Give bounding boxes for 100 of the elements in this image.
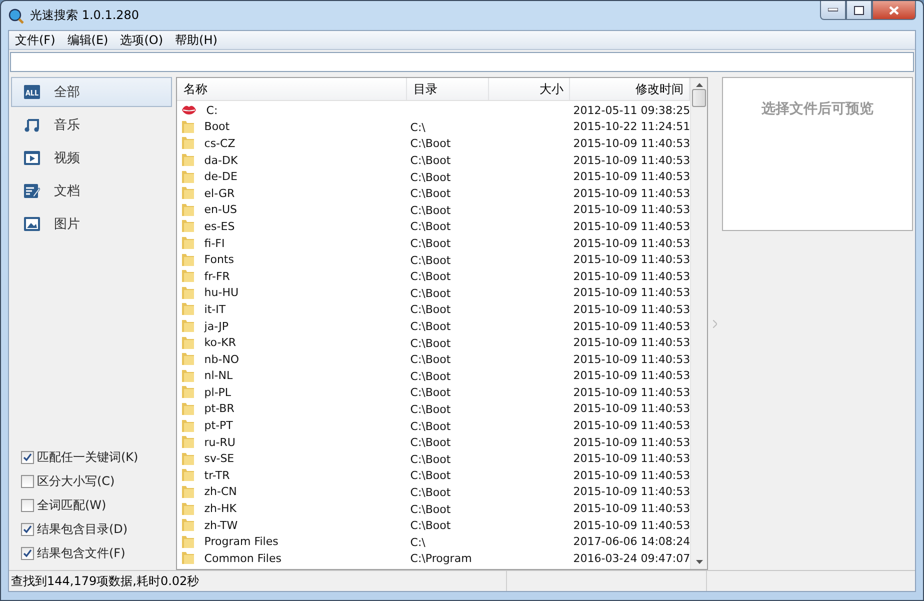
folder-icon xyxy=(181,302,196,316)
file-row[interactable]: fr-FR C:\Boot 2015-10-09 11:40:53 xyxy=(177,268,690,285)
menu-item[interactable]: 选项(O) xyxy=(114,31,170,49)
option-checkbox[interactable]: 区分大小写(C) xyxy=(21,473,172,490)
file-row[interactable]: pt-BR C:\Boot 2015-10-09 11:40:53 xyxy=(177,400,690,418)
folder-icon xyxy=(181,170,196,184)
document-pen-icon xyxy=(24,184,40,198)
directory-cell-text: C:\Boot xyxy=(409,519,452,532)
option-checkbox[interactable]: 结果包含文件(F) xyxy=(21,545,172,562)
directory-cell-text: C:\Boot xyxy=(409,187,452,200)
file-row[interactable]: Common Files C:\Program 2016-03-24 09:47:07 xyxy=(177,550,690,567)
file-name: el-GR xyxy=(203,186,236,200)
option-label: 区分大小写(C) xyxy=(37,473,115,490)
folder-icon xyxy=(181,186,196,200)
file-row[interactable]: tr-TR C:\Boot 2015-10-09 11:40:53 xyxy=(177,467,690,484)
file-row[interactable]: pl-PL C:\Boot 2015-10-09 11:40:53 xyxy=(177,384,690,401)
menu-item[interactable]: 编辑(E) xyxy=(61,31,114,49)
folder-icon xyxy=(181,402,196,416)
file-name: ja-JP xyxy=(203,320,230,333)
status-text: 查找到144,179项数据,耗时0.02秒 xyxy=(11,572,200,590)
modified-time-cell-text: 2015-10-09 11:40:53 xyxy=(572,336,690,350)
modified-time-cell-text: 2015-10-09 11:40:53 xyxy=(572,518,690,532)
modified-time-cell-text: 2015-10-09 11:40:53 xyxy=(572,286,690,300)
option-checkbox[interactable]: 结果包含目录(D) xyxy=(21,521,172,538)
folder-icon xyxy=(181,484,196,499)
scroll-up-icon xyxy=(696,83,703,87)
column-header[interactable]: 名称 xyxy=(177,78,408,100)
modified-time-cell-text: 2015-10-09 11:40:53 xyxy=(572,186,690,200)
file-row[interactable]: ja-JP C:\Boot 2015-10-09 11:40:53 xyxy=(177,318,690,334)
file-name: cs-CZ xyxy=(203,136,236,150)
directory-cell-text: C:\Boot xyxy=(409,204,452,217)
file-row[interactable]: en-US C:\Boot 2015-10-09 11:40:53 xyxy=(177,202,690,218)
category-item[interactable]: 图片 xyxy=(11,209,172,239)
search-field[interactable] xyxy=(10,52,914,72)
directory-cell-text: C:\Program xyxy=(409,552,473,566)
file-row[interactable]: Program Files C:\ 2017-06-06 14:08:24 xyxy=(177,533,690,550)
file-name: it-IT xyxy=(203,302,227,316)
file-row[interactable]: ru-RU C:\Boot 2015-10-09 11:40:53 xyxy=(177,434,690,450)
directory-cell-text: C:\Boot xyxy=(409,370,452,383)
column-header[interactable]: 目录 xyxy=(407,78,490,100)
window-title: 光速搜索 1.0.1.280 xyxy=(30,7,140,24)
option-checkbox[interactable]: 匹配任一关键词(K) xyxy=(21,449,172,466)
modified-time-cell-text: 2015-10-09 11:40:53 xyxy=(572,320,690,333)
folder-icon xyxy=(181,368,196,383)
file-name: sv-SE xyxy=(203,452,236,466)
directory-cell-text: C:\Boot xyxy=(409,254,452,267)
directory-cell-text: C:\Boot xyxy=(409,452,452,466)
file-row[interactable]: nl-NL C:\Boot 2015-10-09 11:40:53 xyxy=(177,368,690,384)
modified-time-cell-text: 2015-10-09 11:40:53 xyxy=(572,468,690,482)
directory-cell-text: C:\Boot xyxy=(409,336,452,350)
checkbox[interactable] xyxy=(21,547,34,560)
folder-icon xyxy=(181,502,196,516)
folder-icon xyxy=(181,385,196,400)
menu-item[interactable]: 帮助(H) xyxy=(169,31,224,49)
menu-item[interactable]: 文件(F) xyxy=(9,31,62,49)
checkbox[interactable] xyxy=(21,475,34,488)
option-label: 结果包含文件(F) xyxy=(37,545,126,562)
music-note-icon xyxy=(24,118,40,132)
option-checkbox[interactable]: 全词匹配(W) xyxy=(21,497,172,514)
checkbox[interactable] xyxy=(21,451,34,464)
file-row[interactable]: nb-NO C:\Boot 2015-10-09 11:40:53 xyxy=(177,350,690,368)
modified-time-cell-text: 2015-10-22 11:24:51 xyxy=(572,120,690,134)
file-row[interactable]: el-GR C:\Boot 2015-10-09 11:40:53 xyxy=(177,184,690,202)
file-name: pl-PL xyxy=(203,386,232,399)
file-row[interactable]: Fonts C:\Boot 2015-10-09 11:40:53 xyxy=(177,251,690,268)
file-row[interactable]: Boot C:\ 2015-10-22 11:24:51 xyxy=(177,118,690,136)
file-row[interactable]: sv-SE C:\Boot 2015-10-09 11:40:53 xyxy=(177,450,690,468)
file-row[interactable]: zh-HK C:\Boot 2015-10-09 11:40:53 xyxy=(177,500,690,517)
modified-time-cell-text: 2015-10-09 11:40:53 xyxy=(572,253,690,266)
maximize-icon xyxy=(854,6,864,14)
maximize-button[interactable] xyxy=(846,1,872,20)
scroll-down-icon xyxy=(696,560,703,564)
scrollbar[interactable] xyxy=(690,78,708,569)
file-row[interactable]: zh-TW C:\Boot 2015-10-09 11:40:53 xyxy=(177,516,690,534)
file-row[interactable]: fi-FI C:\Boot 2015-10-09 11:40:53 xyxy=(177,234,690,252)
file-row[interactable]: zh-CN C:\Boot 2015-10-09 11:40:53 xyxy=(177,484,690,500)
scroll-thumb[interactable] xyxy=(692,89,706,107)
checkbox[interactable] xyxy=(21,499,34,512)
file-row[interactable]: ko-KR C:\Boot 2015-10-09 11:40:53 xyxy=(177,334,690,351)
minimize-button[interactable] xyxy=(820,1,846,20)
directory-cell-text: C:\Boot xyxy=(409,486,452,499)
file-row[interactable]: de-DE C:\Boot 2015-10-09 11:40:53 xyxy=(177,168,690,185)
close-button[interactable] xyxy=(872,1,916,20)
folder-icon xyxy=(181,468,196,482)
modified-time-cell-text: 2015-10-09 11:40:53 xyxy=(572,485,690,498)
file-row[interactable]: da-DK C:\Boot 2015-10-09 11:40:53 xyxy=(177,152,690,168)
file-name: nb-NO xyxy=(203,352,240,366)
file-row[interactable]: cs-CZ C:\Boot 2015-10-09 11:40:53 xyxy=(177,135,690,152)
column-header[interactable]: 大小 xyxy=(489,78,570,100)
file-row[interactable]: C: 2012-05-11 09:38:25 xyxy=(177,102,690,119)
category-item[interactable]: 视频 xyxy=(11,143,172,173)
file-row[interactable]: pt-PT C:\Boot 2015-10-09 11:40:53 xyxy=(177,417,690,434)
file-row[interactable]: hu-HU C:\Boot 2015-10-09 11:40:53 xyxy=(177,284,690,302)
category-item[interactable]: 音乐 xyxy=(11,110,172,140)
file-row[interactable]: es-ES C:\Boot 2015-10-09 11:40:53 xyxy=(177,218,690,235)
file-row[interactable]: it-IT C:\Boot 2015-10-09 11:40:53 xyxy=(177,301,690,318)
checkbox[interactable] xyxy=(21,523,34,536)
category-item[interactable]: 文档 xyxy=(11,176,172,206)
file-name: Program Files xyxy=(203,535,280,548)
folder-icon xyxy=(181,153,196,168)
